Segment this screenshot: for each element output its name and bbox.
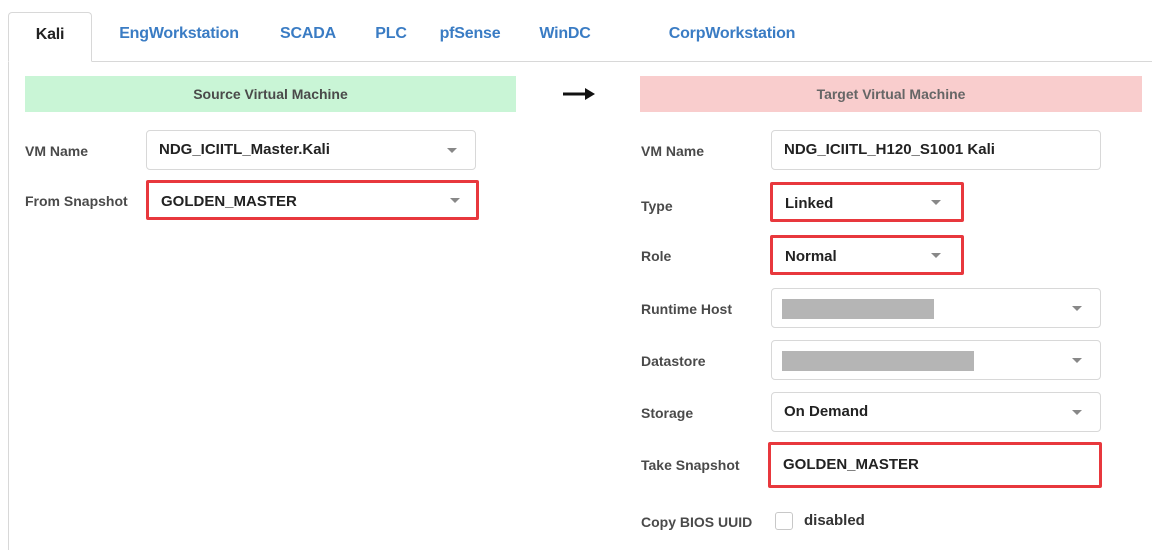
target-type-value: Linked	[785, 195, 834, 212]
source-vm-header: Source Virtual Machine	[25, 76, 516, 112]
tab-engworkstation[interactable]: EngWorkstation	[108, 12, 250, 62]
target-storage-select[interactable]: On Demand	[771, 392, 1101, 432]
chevron-down-icon	[931, 253, 941, 258]
panel-top-border	[8, 61, 1152, 62]
target-take-snapshot-input[interactable]: GOLDEN_MASTER	[768, 442, 1102, 488]
target-take-snapshot-label: Take Snapshot	[641, 457, 740, 473]
source-vm-name-label: VM Name	[25, 143, 89, 159]
target-runtime-host-select[interactable]	[771, 288, 1101, 328]
target-take-snapshot-value: GOLDEN_MASTER	[783, 456, 919, 473]
target-vm-name-input[interactable]: NDG_ICIITL_H120_S1001 Kali	[771, 130, 1101, 170]
tab-corpworkstation[interactable]: CorpWorkstation	[648, 12, 816, 62]
tab-plc[interactable]: PLC	[366, 12, 416, 62]
target-storage-label: Storage	[641, 405, 694, 421]
right-arrow-icon	[561, 76, 597, 112]
target-role-value: Normal	[785, 248, 837, 265]
redacted-value	[782, 351, 974, 371]
chevron-down-icon	[1072, 410, 1082, 415]
chevron-down-icon	[1072, 306, 1082, 311]
target-type-select[interactable]: Linked	[770, 182, 964, 222]
chevron-down-icon	[931, 200, 941, 205]
tab-pfsense[interactable]: pfSense	[430, 12, 510, 62]
source-vm-name-value: NDG_ICIITL_Master.Kali	[159, 141, 330, 158]
copy-bios-uuid-state: disabled	[804, 512, 865, 529]
tab-windc[interactable]: WinDC	[528, 12, 602, 62]
target-copy-bios-label: Copy BIOS UUID	[641, 514, 753, 530]
panel-left-border	[8, 61, 9, 550]
tab-scada[interactable]: SCADA	[266, 12, 350, 62]
redacted-value	[782, 299, 934, 319]
source-snapshot-label: From Snapshot	[25, 193, 128, 209]
copy-bios-uuid-checkbox[interactable]	[775, 512, 793, 530]
target-storage-value: On Demand	[784, 403, 869, 420]
target-vm-header: Target Virtual Machine	[640, 76, 1142, 112]
target-vm-name-label: VM Name	[641, 143, 705, 159]
target-datastore-label: Datastore	[641, 353, 706, 369]
target-datastore-select[interactable]	[771, 340, 1101, 380]
source-vm-name-select[interactable]: NDG_ICIITL_Master.Kali	[146, 130, 476, 170]
vm-tab-bar: Kali EngWorkstation SCADA PLC pfSense Wi…	[0, 0, 1152, 62]
tab-kali[interactable]: Kali	[8, 12, 92, 62]
target-role-label: Role	[641, 248, 672, 264]
target-vm-name-value: NDG_ICIITL_H120_S1001 Kali	[784, 141, 995, 158]
source-snapshot-select[interactable]: GOLDEN_MASTER	[146, 180, 479, 220]
target-role-select[interactable]: Normal	[770, 235, 964, 275]
source-snapshot-value: GOLDEN_MASTER	[161, 193, 297, 210]
target-type-label: Type	[641, 198, 673, 214]
target-runtime-host-label: Runtime Host	[641, 301, 732, 317]
chevron-down-icon	[1072, 358, 1082, 363]
chevron-down-icon	[450, 198, 460, 203]
chevron-down-icon	[447, 148, 457, 153]
